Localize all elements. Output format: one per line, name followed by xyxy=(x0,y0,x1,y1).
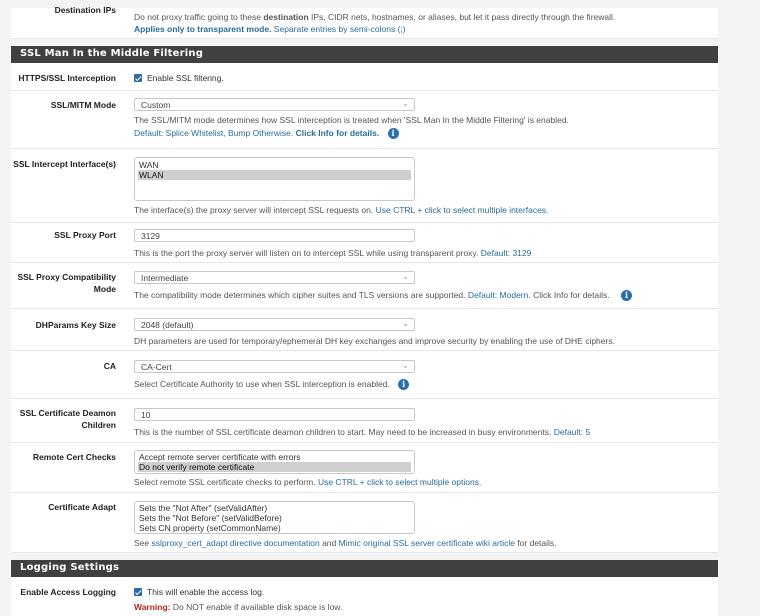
ca-select[interactable]: CA-Cert ⌄ xyxy=(134,360,415,373)
help-link: Use CTRL + click to select multiple inte… xyxy=(375,205,549,215)
listbox-option[interactable]: Sets the "Not After" (setValidAfter) xyxy=(138,503,411,513)
help-text: This is the number of SSL certificate de… xyxy=(134,427,552,437)
cert-adapt-label: Certificate Adapt xyxy=(48,502,116,512)
ca-label: CA xyxy=(103,361,116,371)
row-deamon-children: SSL Certificate Deamon Children 10 This … xyxy=(11,399,718,443)
warning-text: Do NOT enable if available disk space is… xyxy=(170,602,343,612)
mitm-mode-help: The SSL/MITM mode determines how SSL int… xyxy=(134,115,569,125)
cert-adapt-listbox[interactable]: Sets the "Not After" (setValidAfter) Set… xyxy=(134,501,415,534)
help-text: See xyxy=(134,538,152,548)
deamon-children-input[interactable]: 10 xyxy=(134,408,415,421)
compat-mode-select[interactable]: Intermediate ⌄ xyxy=(134,271,415,284)
help-info-text: Click Info for details. xyxy=(295,128,380,138)
info-icon[interactable]: i xyxy=(621,290,633,301)
destination-ips-help: Do not proxy traffic going to these dest… xyxy=(134,11,615,23)
help-info-text: Click Info for details. xyxy=(533,290,610,300)
page-margin xyxy=(718,8,760,616)
chevron-down-icon: ⌄ xyxy=(402,99,409,108)
intercept-interfaces-listbox[interactable]: WAN WLAN xyxy=(134,157,415,201)
listbox-option[interactable]: Accept remote server certificate with er… xyxy=(138,452,411,462)
row-ssl-intercept-interfaces: SSL Intercept Interface(s) WAN WLAN The … xyxy=(11,149,718,223)
listbox-option[interactable]: Do not verify remote certificate xyxy=(138,462,411,472)
help-text: Do not proxy traffic going to these xyxy=(134,12,264,22)
access-logging-checkbox-wrap[interactable]: This will enable the access log. xyxy=(134,586,264,598)
deamon-children-help: This is the number of SSL certificate de… xyxy=(134,426,590,438)
dhparams-select[interactable]: 2048 (default) ⌄ xyxy=(134,318,415,331)
destination-ips-help-2: Applies only to transparent mode. Separa… xyxy=(134,23,406,35)
listbox-option[interactable]: Sets CN property (setCommonName) xyxy=(138,523,411,533)
https-interception-label: HTTPS/SSL Interception xyxy=(18,73,116,83)
checkbox-label: Enable SSL filtering. xyxy=(147,73,224,83)
remote-cert-checks-help: Select remote SSL certificate checks to … xyxy=(134,476,481,488)
chevron-down-icon: ⌄ xyxy=(402,272,409,281)
remote-cert-checks-listbox[interactable]: Accept remote server certificate with er… xyxy=(134,450,415,474)
destination-ips-label: Destination IPs xyxy=(54,5,116,15)
mitm-mode-help-default: Default: Splice Whitelist, Bump Otherwis… xyxy=(134,127,399,139)
mitm-mode-label: SSL/MITM Mode xyxy=(50,100,116,110)
section-header-ssl-mitm: SSL Man In the Middle Filtering xyxy=(11,46,718,63)
help-text: Select remote SSL certificate checks to … xyxy=(134,477,316,487)
row-destination-ips: Destination IPs Do not proxy traffic goi… xyxy=(11,5,718,39)
proxy-port-input[interactable]: 3129 xyxy=(134,229,415,242)
enable-ssl-filtering-checkbox[interactable] xyxy=(134,74,142,82)
access-logging-warning: Warning: Do NOT enable if available disk… xyxy=(134,601,342,613)
select-value: Intermediate xyxy=(141,273,189,283)
row-ssl-compat-mode: SSL Proxy Compatibility Mode Intermediat… xyxy=(11,263,718,309)
sslproxy-cert-adapt-doc-link[interactable]: sslproxy_cert_adapt directive documentat… xyxy=(152,538,320,548)
remote-cert-checks-label: Remote Cert Checks xyxy=(32,452,116,462)
help-bold: destination xyxy=(263,12,309,22)
select-value: Custom xyxy=(141,100,171,110)
chevron-down-icon: ⌄ xyxy=(402,319,409,328)
help-default: Default: Modern. xyxy=(467,290,531,300)
intercept-interfaces-label: SSL Intercept Interface(s) xyxy=(13,159,116,169)
row-certificate-adapt: Certificate Adapt Sets the "Not After" (… xyxy=(11,493,718,553)
row-https-ssl-interception: HTTPS/SSL Interception Enable SSL filter… xyxy=(11,63,718,91)
info-icon[interactable]: i xyxy=(398,379,410,390)
listbox-option-wlan[interactable]: WLAN xyxy=(138,170,411,180)
intercept-interfaces-help: The interface(s) the proxy server will i… xyxy=(134,204,548,216)
help-text: and xyxy=(319,538,339,548)
row-enable-access-logging: Enable Access Logging This will enable t… xyxy=(11,577,718,616)
help-text: This is the port the proxy server will l… xyxy=(134,248,479,258)
row-remote-cert-checks: Remote Cert Checks Accept remote server … xyxy=(11,443,718,493)
mitm-mode-select[interactable]: Custom ⌄ xyxy=(134,98,415,111)
help-default: Default: 5 xyxy=(553,427,591,437)
select-value: 2048 (default) xyxy=(141,320,194,330)
mimic-ssl-wiki-link[interactable]: Mimic original SSL server certificate wi… xyxy=(339,538,515,548)
help-text: Select Certificate Authority to use when… xyxy=(134,379,390,389)
proxy-port-help: This is the port the proxy server will l… xyxy=(134,247,531,259)
help-default: Default: 3129 xyxy=(480,248,532,258)
help-default: Default: Splice Whitelist, Bump Otherwis… xyxy=(134,128,294,138)
listbox-option[interactable]: Sets the "Not Before" (setValidBefore) xyxy=(138,513,411,523)
help-text: The interface(s) the proxy server will i… xyxy=(134,205,374,215)
proxy-port-label: SSL Proxy Port xyxy=(54,230,116,240)
help-text: for details. xyxy=(514,538,557,548)
compat-mode-label: SSL Proxy Compatibility Mode xyxy=(17,272,116,294)
access-logging-label: Enable Access Logging xyxy=(20,587,116,597)
dhparams-help: DH parameters are used for temporary/eph… xyxy=(134,336,615,346)
row-ssl-proxy-port: SSL Proxy Port 3129 This is the port the… xyxy=(11,223,718,263)
help-text: The compatibility mode determines which … xyxy=(134,290,466,300)
help-text: IPs, CIDR nets, hostnames, or aliases, b… xyxy=(308,12,616,22)
select-value: CA-Cert xyxy=(141,362,172,372)
listbox-option-wan[interactable]: WAN xyxy=(138,160,411,170)
enable-access-log-checkbox[interactable] xyxy=(134,588,142,596)
cert-adapt-help: See sslproxy_cert_adapt directive docume… xyxy=(134,537,557,549)
ca-help: Select Certificate Authority to use when… xyxy=(134,378,410,390)
deamon-children-label: SSL Certificate Deamon Children xyxy=(19,408,116,430)
row-ca: CA CA-Cert ⌄ Select Certificate Authorit… xyxy=(11,351,718,399)
dhparams-label: DHParams Key Size xyxy=(35,320,116,330)
row-dhparams: DHParams Key Size 2048 (default) ⌄ DH pa… xyxy=(11,309,718,351)
row-ssl-mitm-mode: SSL/MITM Mode Custom ⌄ The SSL/MITM mode… xyxy=(11,91,718,149)
help-bold: Applies only to transparent mode. xyxy=(134,24,272,34)
info-icon[interactable]: i xyxy=(387,128,399,139)
warning-label: Warning: xyxy=(134,602,171,612)
checkbox-label: This will enable the access log. xyxy=(147,587,265,597)
section-header-logging: Logging Settings xyxy=(11,560,718,577)
help-text: Separate entries by semi-colons (;) xyxy=(271,24,406,34)
help-link: Use CTRL + click to select multiple opti… xyxy=(317,477,482,487)
chevron-down-icon: ⌄ xyxy=(402,361,409,370)
https-interception-checkbox-wrap[interactable]: Enable SSL filtering. xyxy=(134,72,224,84)
compat-mode-help: The compatibility mode determines which … xyxy=(134,289,633,301)
